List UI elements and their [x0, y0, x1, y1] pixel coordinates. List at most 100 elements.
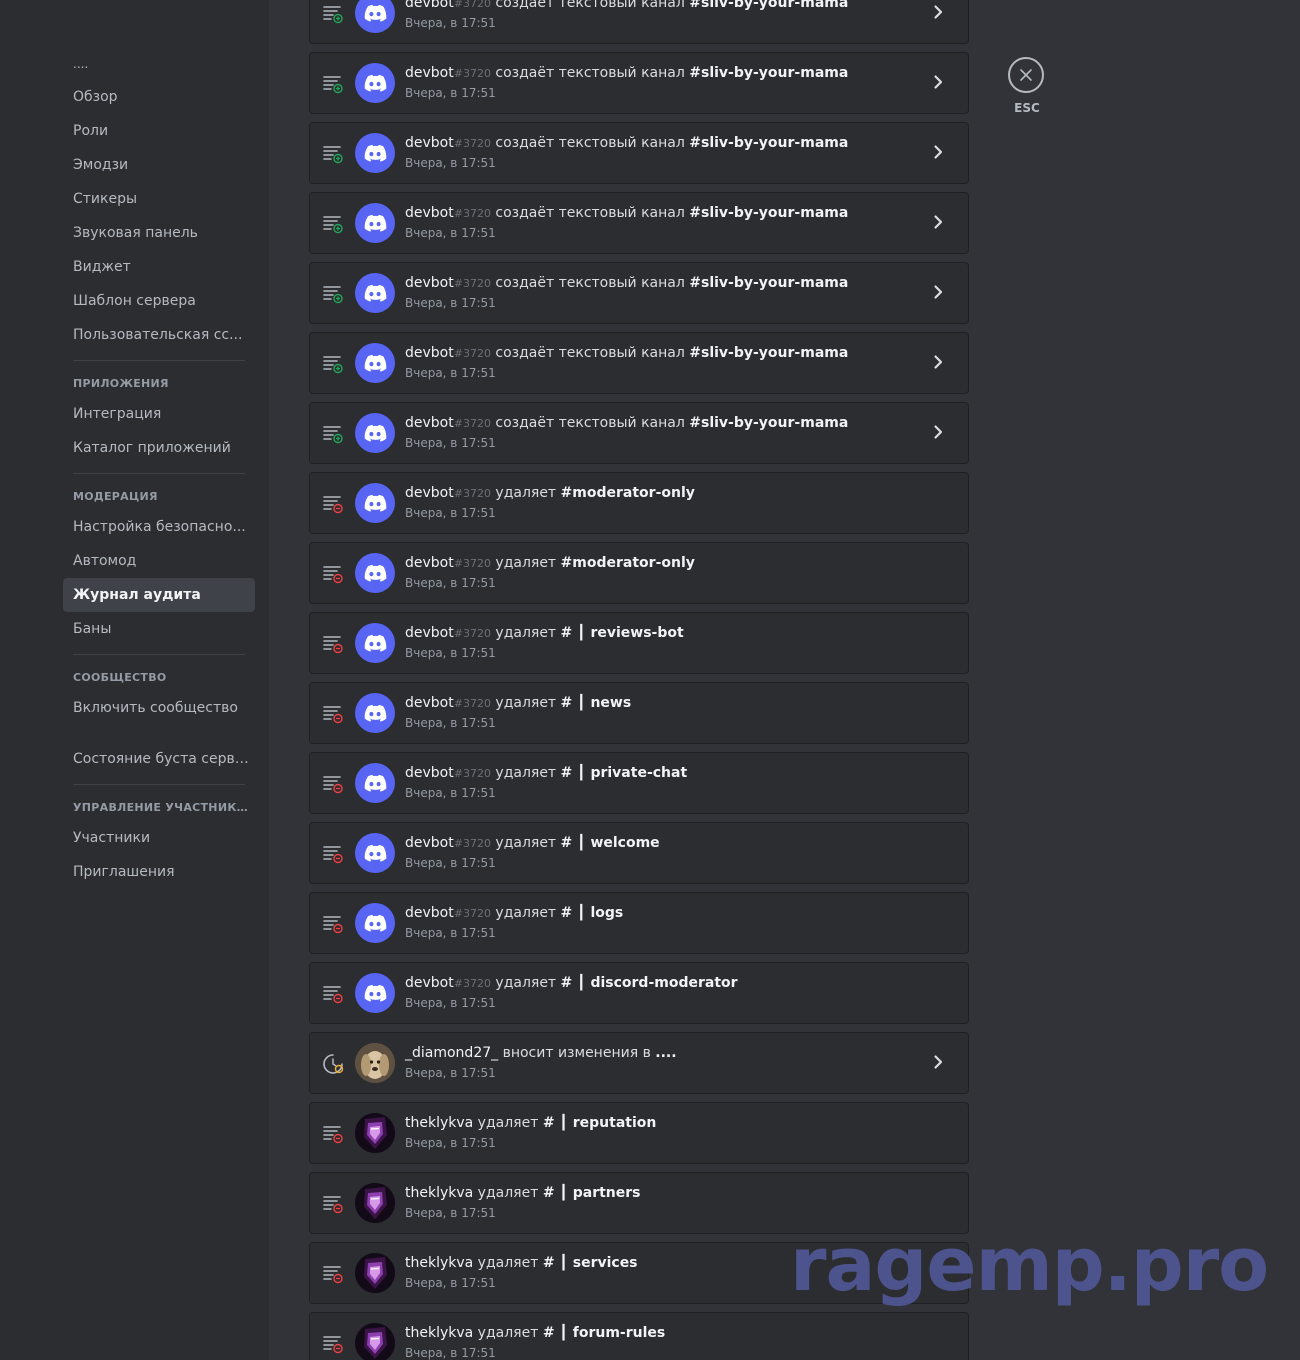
sidebar-item-настройка-безопасно[interactable]: Настройка безопасно...: [63, 510, 255, 544]
entry-target: #sliv-by-your-mama: [689, 275, 849, 291]
audit-log-entry[interactable]: devbot#3720 создаёт текстовый канал #sli…: [309, 52, 969, 114]
discord-bot-avatar[interactable]: [355, 63, 395, 103]
entry-username[interactable]: devbot: [405, 135, 454, 151]
sidebar-item-обзор[interactable]: Обзор: [63, 80, 255, 114]
sidebar-item-стикеры[interactable]: Стикеры: [63, 182, 255, 216]
entry-username[interactable]: devbot: [405, 555, 454, 571]
sidebar-item-участники[interactable]: Участники: [63, 821, 255, 855]
entry-username[interactable]: devbot: [405, 345, 454, 361]
entry-username[interactable]: devbot: [405, 0, 454, 11]
entry-username[interactable]: devbot: [405, 205, 454, 221]
entry-username[interactable]: devbot: [405, 65, 454, 81]
sidebar-item-автомод[interactable]: Автомод: [63, 544, 255, 578]
sidebar-item-баны[interactable]: Баны: [63, 612, 255, 646]
sidebar-item-эмодзи[interactable]: Эмодзи: [63, 148, 255, 182]
entry-username[interactable]: _diamond27_: [405, 1045, 498, 1061]
audit-log-entry[interactable]: devbot#3720 создаёт текстовый канал #sli…: [309, 262, 969, 324]
sidebar-item-включить-сообщество[interactable]: Включить сообщество: [63, 691, 255, 725]
close-button[interactable]: [1008, 57, 1044, 93]
channel-create-icon: [322, 353, 344, 375]
entry-username[interactable]: theklykva: [405, 1255, 473, 1271]
dark-avatar[interactable]: [355, 1253, 395, 1293]
entry-username[interactable]: devbot: [405, 625, 454, 641]
chevron-right-icon[interactable]: [928, 1052, 948, 1072]
entry-timestamp: Вчера, в 17:51: [405, 226, 496, 240]
entry-timestamp: Вчера, в 17:51: [405, 716, 496, 730]
chevron-right-icon[interactable]: [928, 422, 948, 442]
discord-bot-avatar[interactable]: [355, 0, 395, 33]
channel-create-icon: [322, 73, 344, 95]
audit-log-entry[interactable]: devbot#3720 создаёт текстовый канал #sli…: [309, 0, 969, 44]
entry-username[interactable]: theklykva: [405, 1115, 473, 1131]
sidebar-item-пользовательская-сс[interactable]: Пользовательская сс...: [63, 318, 255, 352]
audit-log-entry[interactable]: _diamond27_ вносит изменения в .... Вчера…: [309, 1032, 969, 1094]
sidebar-item-server-boost[interactable]: Состояние буста сервера: [63, 742, 255, 776]
entry-target: # ┃ news: [560, 695, 632, 711]
sidebar-item-more[interactable]: ....: [63, 54, 255, 80]
discord-bot-avatar[interactable]: [355, 273, 395, 313]
entry-username[interactable]: devbot: [405, 835, 454, 851]
entry-username[interactable]: theklykva: [405, 1185, 473, 1201]
entry-username[interactable]: devbot: [405, 275, 454, 291]
discord-bot-avatar[interactable]: [355, 343, 395, 383]
entry-timestamp: Вчера, в 17:51: [405, 1136, 496, 1150]
chevron-right-icon[interactable]: [928, 212, 948, 232]
channel-delete-icon: [322, 633, 344, 655]
sidebar-item-каталог-приложений[interactable]: Каталог приложений: [63, 431, 255, 465]
entry-summary: devbot#3720 создаёт текстовый канал #sli…: [405, 205, 848, 221]
chevron-right-icon[interactable]: [928, 142, 948, 162]
close-settings[interactable]: ESC: [1008, 57, 1046, 115]
discord-bot-avatar[interactable]: [355, 483, 395, 523]
entry-username[interactable]: devbot: [405, 765, 454, 781]
audit-log-entry[interactable]: devbot#3720 создаёт текстовый канал #sli…: [309, 192, 969, 254]
entry-username[interactable]: devbot: [405, 905, 454, 921]
sidebar-item-роли[interactable]: Роли: [63, 114, 255, 148]
audit-log-list: devbot#3720 создаёт текстовый канал #sli…: [309, 0, 969, 1360]
entry-action: удаляет: [473, 1115, 543, 1131]
dark-avatar[interactable]: [355, 1323, 395, 1360]
audit-log-entry[interactable]: devbot#3720 создаёт текстовый канал #sli…: [309, 332, 969, 394]
discord-bot-avatar[interactable]: [355, 553, 395, 593]
sidebar-item-интеграция[interactable]: Интеграция: [63, 397, 255, 431]
audit-log-entry: theklykva удаляет # ┃ forum-rules Вчера, …: [309, 1312, 969, 1360]
chevron-right-icon[interactable]: [928, 282, 948, 302]
entry-username[interactable]: devbot: [405, 485, 454, 501]
channel-delete-icon: [322, 913, 344, 935]
channel-delete-icon: [322, 1263, 344, 1285]
entry-summary: _diamond27_ вносит изменения в ....: [405, 1045, 677, 1061]
discord-bot-avatar[interactable]: [355, 833, 395, 873]
entry-timestamp: Вчера, в 17:51: [405, 996, 496, 1010]
entry-username[interactable]: theklykva: [405, 1325, 473, 1341]
entry-action: создаёт текстовый канал: [490, 345, 690, 361]
discord-bot-avatar[interactable]: [355, 203, 395, 243]
chevron-right-icon[interactable]: [928, 2, 948, 22]
discord-bot-avatar[interactable]: [355, 973, 395, 1013]
entry-summary: theklykva удаляет # ┃ reputation: [405, 1115, 656, 1131]
sidebar-item-виджет[interactable]: Виджет: [63, 250, 255, 284]
entry-discriminator: #3720: [453, 417, 491, 430]
dark-avatar[interactable]: [355, 1113, 395, 1153]
chevron-right-icon[interactable]: [928, 72, 948, 92]
entry-target: #sliv-by-your-mama: [689, 135, 849, 151]
discord-bot-avatar[interactable]: [355, 763, 395, 803]
sidebar-item-шаблон-сервера[interactable]: Шаблон сервера: [63, 284, 255, 318]
sidebar-item-звуковая-панель[interactable]: Звуковая панель: [63, 216, 255, 250]
discord-bot-avatar[interactable]: [355, 413, 395, 453]
sidebar-item-приглашения[interactable]: Приглашения: [63, 855, 255, 889]
entry-username[interactable]: devbot: [405, 415, 454, 431]
dark-avatar[interactable]: [355, 1183, 395, 1223]
entry-username[interactable]: devbot: [405, 975, 454, 991]
entry-timestamp: Вчера, в 17:51: [405, 1206, 496, 1220]
discord-bot-avatar[interactable]: [355, 693, 395, 733]
discord-bot-avatar[interactable]: [355, 133, 395, 173]
chevron-right-icon[interactable]: [928, 352, 948, 372]
sidebar-section-header: УПРАВЛЕНИЕ УЧАСТНИКА...: [73, 801, 255, 814]
entry-username[interactable]: devbot: [405, 695, 454, 711]
discord-bot-avatar[interactable]: [355, 623, 395, 663]
entry-target: # ┃ partners: [542, 1185, 641, 1201]
sidebar-item-журнал-аудита[interactable]: Журнал аудита: [63, 578, 255, 612]
audit-log-entry[interactable]: devbot#3720 создаёт текстовый канал #sli…: [309, 122, 969, 184]
dog-avatar[interactable]: [355, 1043, 395, 1083]
discord-bot-avatar[interactable]: [355, 903, 395, 943]
audit-log-entry[interactable]: devbot#3720 создаёт текстовый канал #sli…: [309, 402, 969, 464]
